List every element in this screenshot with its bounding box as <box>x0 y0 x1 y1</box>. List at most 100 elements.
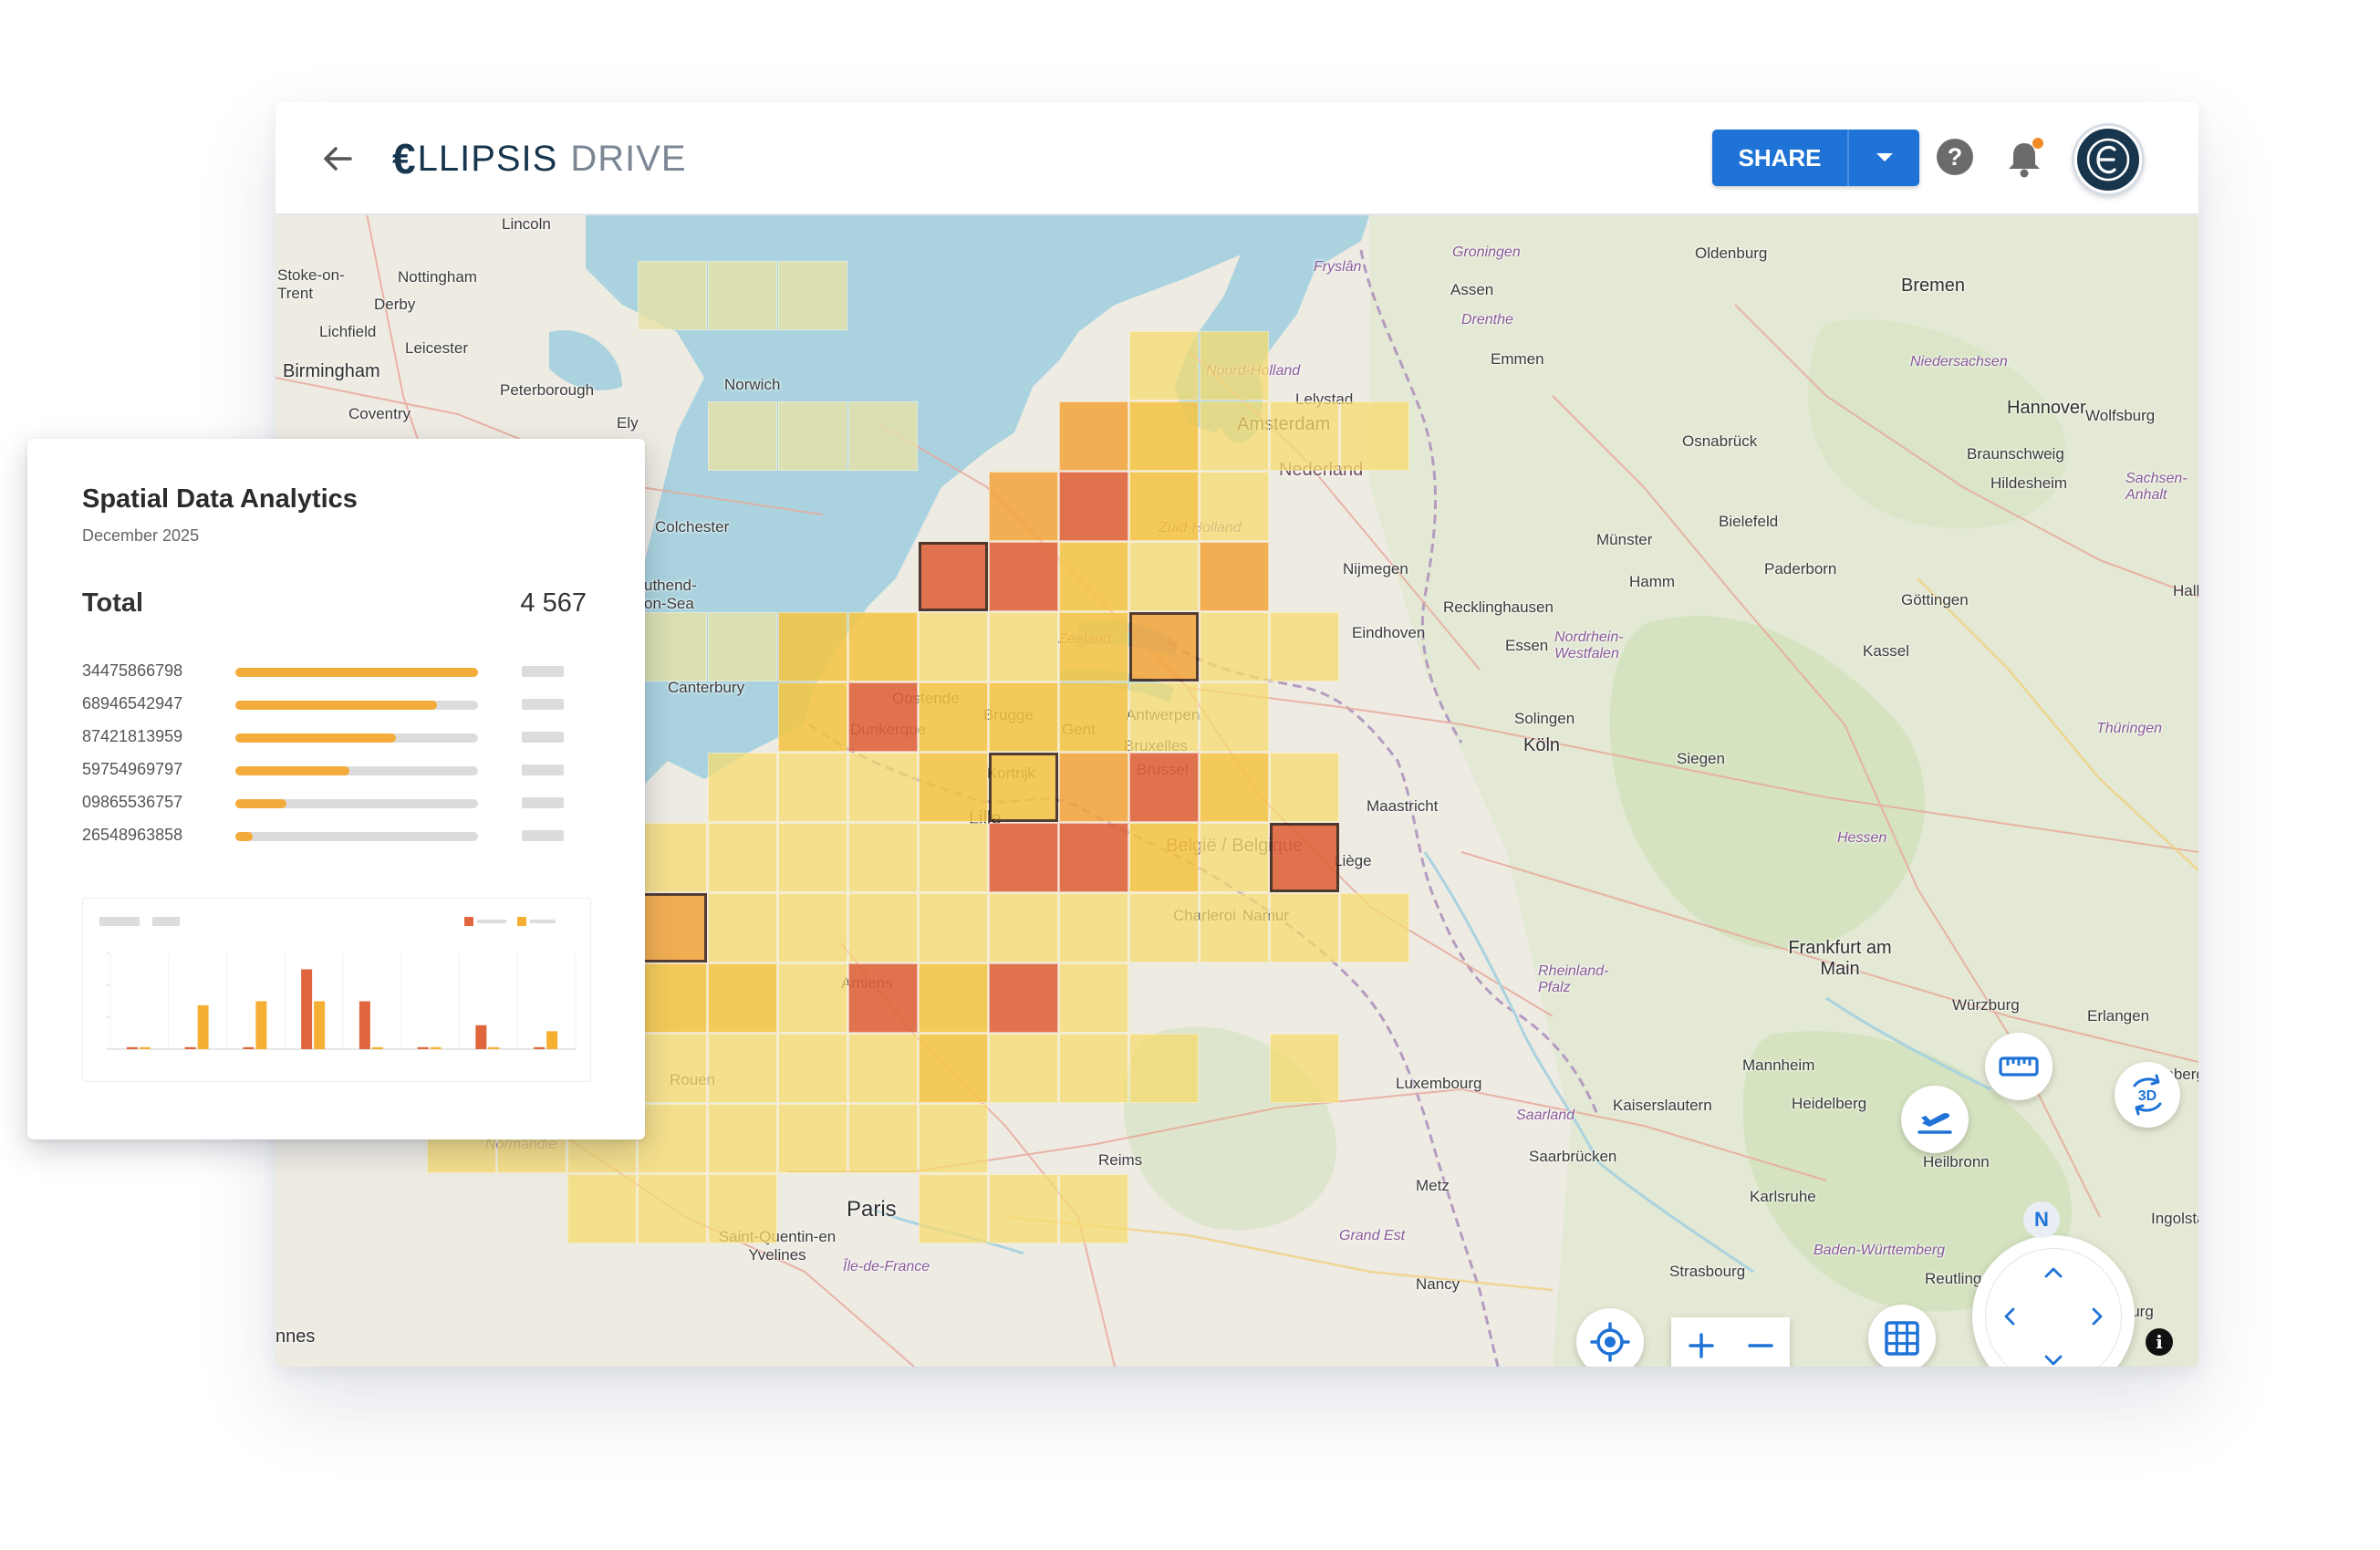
grid-cell[interactable] <box>919 1034 988 1103</box>
zoom-in-button[interactable] <box>1671 1317 1730 1367</box>
pan-right-button[interactable] <box>2084 1303 2111 1330</box>
pan-down-button[interactable] <box>2040 1347 2067 1367</box>
grid-cell[interactable] <box>1200 823 1269 892</box>
grid-cell-selected[interactable] <box>1129 612 1199 681</box>
grid-cell[interactable] <box>1270 1034 1339 1103</box>
grid-cell[interactable] <box>1129 753 1199 822</box>
grid-cell[interactable] <box>638 823 707 892</box>
ranking-row[interactable]: 87421813959 <box>82 724 593 752</box>
grid-cell[interactable] <box>778 261 847 330</box>
measure-button[interactable] <box>1985 1033 2053 1100</box>
grid-cell[interactable] <box>1129 823 1199 892</box>
grid-cell[interactable] <box>848 963 918 1033</box>
grid-cell[interactable] <box>1059 963 1128 1033</box>
grid-cell[interactable] <box>1059 1174 1128 1243</box>
ranking-row[interactable]: 59754969797 <box>82 757 593 785</box>
toggle-3d-button[interactable]: 3D <box>2115 1062 2180 1128</box>
grid-cell[interactable] <box>1200 331 1269 401</box>
grid-cell[interactable] <box>708 1174 777 1243</box>
grid-cell[interactable] <box>1059 682 1128 752</box>
grid-cell[interactable] <box>989 963 1058 1033</box>
grid-cell[interactable] <box>638 612 707 681</box>
grid-cell[interactable] <box>1059 1034 1128 1103</box>
grid-cell[interactable] <box>1270 753 1339 822</box>
back-arrow-icon[interactable] <box>316 137 359 181</box>
grid-cell[interactable] <box>1200 682 1269 752</box>
grid-cell[interactable] <box>1129 1034 1199 1103</box>
grid-cell[interactable] <box>778 612 847 681</box>
grid-cell[interactable] <box>1059 401 1128 471</box>
grid-cell[interactable] <box>989 1034 1058 1103</box>
grid-cell[interactable] <box>848 612 918 681</box>
grid-cell[interactable] <box>708 963 777 1033</box>
grid-cell[interactable] <box>708 753 777 822</box>
grid-cell[interactable] <box>708 1034 777 1103</box>
grid-cell[interactable] <box>848 682 918 752</box>
grid-cell[interactable] <box>778 893 847 962</box>
grid-cell[interactable] <box>848 753 918 822</box>
grid-cell[interactable] <box>1200 893 1269 962</box>
grid-cell[interactable] <box>989 682 1058 752</box>
grid-cell[interactable] <box>1270 612 1339 681</box>
grid-cell[interactable] <box>1129 542 1199 611</box>
grid-cell[interactable] <box>1129 682 1199 752</box>
grid-cell[interactable] <box>989 472 1058 541</box>
pan-up-button[interactable] <box>2040 1259 2067 1286</box>
user-avatar[interactable] <box>2074 126 2142 193</box>
grid-cell[interactable] <box>1270 401 1339 471</box>
grid-cell[interactable] <box>638 963 707 1033</box>
grid-cell[interactable] <box>638 1034 707 1103</box>
grid-toggle-button[interactable] <box>1868 1305 1936 1367</box>
grid-cell-selected[interactable] <box>638 893 707 962</box>
help-icon[interactable]: ? <box>1934 136 1976 178</box>
grid-cell[interactable] <box>1200 472 1269 541</box>
fly-to-button[interactable] <box>1901 1086 1969 1153</box>
grid-cell[interactable] <box>708 612 777 681</box>
grid-cell[interactable] <box>1059 472 1128 541</box>
grid-cell[interactable] <box>848 823 918 892</box>
grid-cell[interactable] <box>848 893 918 962</box>
pan-left-button[interactable] <box>1996 1303 2023 1330</box>
grid-cell-selected[interactable] <box>919 542 988 611</box>
grid-cell[interactable] <box>919 612 988 681</box>
grid-cell[interactable] <box>1270 893 1339 962</box>
grid-cell[interactable] <box>778 823 847 892</box>
grid-cell[interactable] <box>1200 401 1269 471</box>
grid-cell[interactable] <box>1340 893 1409 962</box>
notification-bell-icon[interactable] <box>2003 136 2045 180</box>
locate-me-button[interactable] <box>1576 1308 1644 1367</box>
grid-cell[interactable] <box>919 963 988 1033</box>
ranking-row[interactable]: 26548963858 <box>82 823 593 850</box>
grid-cell[interactable] <box>989 823 1058 892</box>
grid-cell[interactable] <box>638 1174 707 1243</box>
grid-cell[interactable] <box>1129 331 1199 401</box>
grid-cell[interactable] <box>778 1104 847 1173</box>
grid-cell[interactable] <box>919 823 988 892</box>
grid-cell[interactable] <box>778 753 847 822</box>
grid-cell[interactable] <box>638 261 707 330</box>
grid-cell[interactable] <box>708 1104 777 1173</box>
ellipsis-drive-logo[interactable]: € LLIPSIS DRIVE <box>392 131 687 186</box>
grid-cell[interactable] <box>778 963 847 1033</box>
grid-cell[interactable] <box>708 893 777 962</box>
grid-cell[interactable] <box>989 612 1058 681</box>
grid-cell[interactable] <box>1059 753 1128 822</box>
north-reset-button[interactable]: N <box>2023 1202 2060 1238</box>
ranking-row[interactable]: 34475866798 <box>82 659 593 686</box>
grid-cell[interactable] <box>1059 612 1128 681</box>
grid-cell[interactable] <box>1059 542 1128 611</box>
grid-cell[interactable] <box>1129 893 1199 962</box>
info-icon[interactable]: i <box>2146 1328 2173 1356</box>
grid-cell[interactable] <box>778 1034 847 1103</box>
grid-cell[interactable] <box>1200 753 1269 822</box>
grid-cell-selected[interactable] <box>989 753 1058 822</box>
grid-cell[interactable] <box>848 401 918 471</box>
grid-cell[interactable] <box>989 1174 1058 1243</box>
grid-cell[interactable] <box>919 1174 988 1243</box>
zoom-out-button[interactable] <box>1730 1317 1790 1367</box>
grid-cell[interactable] <box>919 893 988 962</box>
grid-cell[interactable] <box>848 1034 918 1103</box>
grid-cell[interactable] <box>1129 401 1199 471</box>
grid-cell[interactable] <box>638 1104 707 1173</box>
grid-cell[interactable] <box>1059 823 1128 892</box>
